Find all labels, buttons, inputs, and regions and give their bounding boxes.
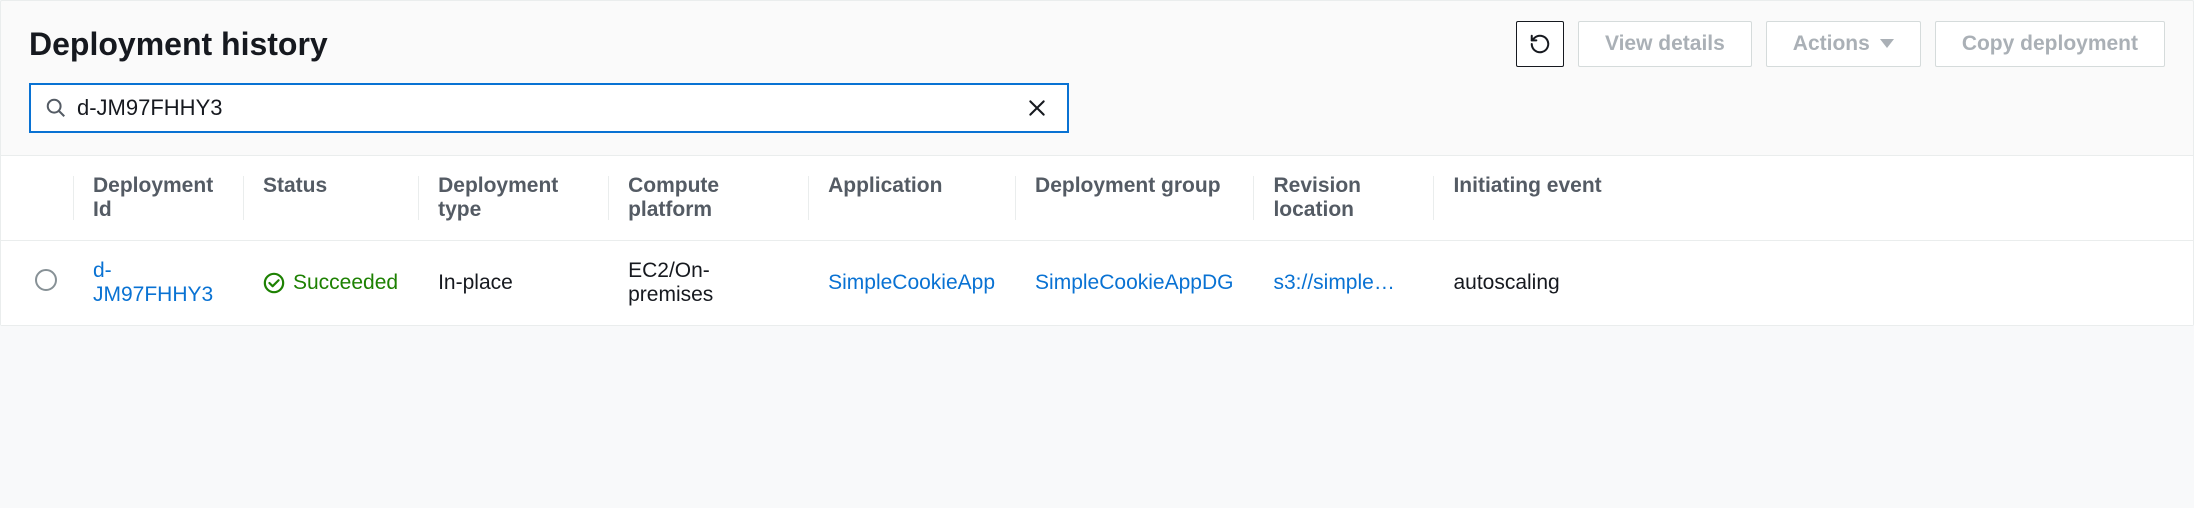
deployments-table: Deployment Id Status Deployment type Com… — [1, 156, 2193, 325]
col-deployment-id[interactable]: Deployment Id — [73, 156, 243, 241]
search-box — [29, 83, 1069, 133]
view-details-button[interactable]: View details — [1578, 21, 1752, 67]
col-revision-location[interactable]: Revision location — [1253, 156, 1433, 241]
refresh-button[interactable] — [1516, 21, 1564, 67]
actions-row: View details Actions Copy deployment — [1516, 21, 2165, 67]
actions-button[interactable]: Actions — [1766, 21, 1921, 67]
compute-platform-cell: EC2/On-premises — [608, 241, 808, 326]
col-application[interactable]: Application — [808, 156, 1015, 241]
copy-deployment-label: Copy deployment — [1962, 32, 2138, 56]
search-input[interactable] — [77, 85, 1021, 131]
table-container: Deployment Id Status Deployment type Com… — [1, 155, 2193, 325]
status-text: Succeeded — [293, 271, 398, 295]
page-title: Deployment history — [29, 26, 328, 63]
col-deployment-group[interactable]: Deployment group — [1015, 156, 1253, 241]
view-details-label: View details — [1605, 32, 1725, 56]
clear-search-button[interactable] — [1021, 92, 1053, 124]
row-select-radio[interactable] — [35, 269, 57, 291]
status-badge: Succeeded — [263, 271, 398, 295]
caret-down-icon — [1880, 39, 1894, 49]
refresh-icon — [1529, 33, 1551, 55]
table-header-row: Deployment Id Status Deployment type Com… — [1, 156, 2193, 241]
deployment-id-link[interactable]: d-JM97FHHY3 — [93, 259, 213, 306]
panel-header: Deployment history View details Actions … — [1, 1, 2193, 75]
col-select — [1, 156, 73, 241]
search-wrap — [1, 75, 2193, 155]
search-icon — [45, 97, 67, 119]
col-compute-platform[interactable]: Compute platform — [608, 156, 808, 241]
col-deployment-type[interactable]: Deployment type — [418, 156, 608, 241]
col-status[interactable]: Status — [243, 156, 418, 241]
deployment-type-cell: In-place — [418, 241, 608, 326]
deployment-group-link[interactable]: SimpleCookieAppDG — [1035, 271, 1233, 294]
table-row: d-JM97FHHY3 Succeeded In-place EC2/On-pr… — [1, 241, 2193, 326]
application-link[interactable]: SimpleCookieApp — [828, 271, 995, 294]
initiating-event-cell: autoscaling — [1433, 241, 2193, 326]
revision-location-link[interactable]: s3://simple… — [1273, 271, 1394, 294]
check-circle-icon — [263, 272, 285, 294]
deployment-history-panel: Deployment history View details Actions … — [0, 0, 2194, 326]
col-initiating-event[interactable]: Initiating event — [1433, 156, 2193, 241]
copy-deployment-button[interactable]: Copy deployment — [1935, 21, 2165, 67]
actions-label: Actions — [1793, 32, 1870, 56]
close-icon — [1027, 98, 1047, 118]
